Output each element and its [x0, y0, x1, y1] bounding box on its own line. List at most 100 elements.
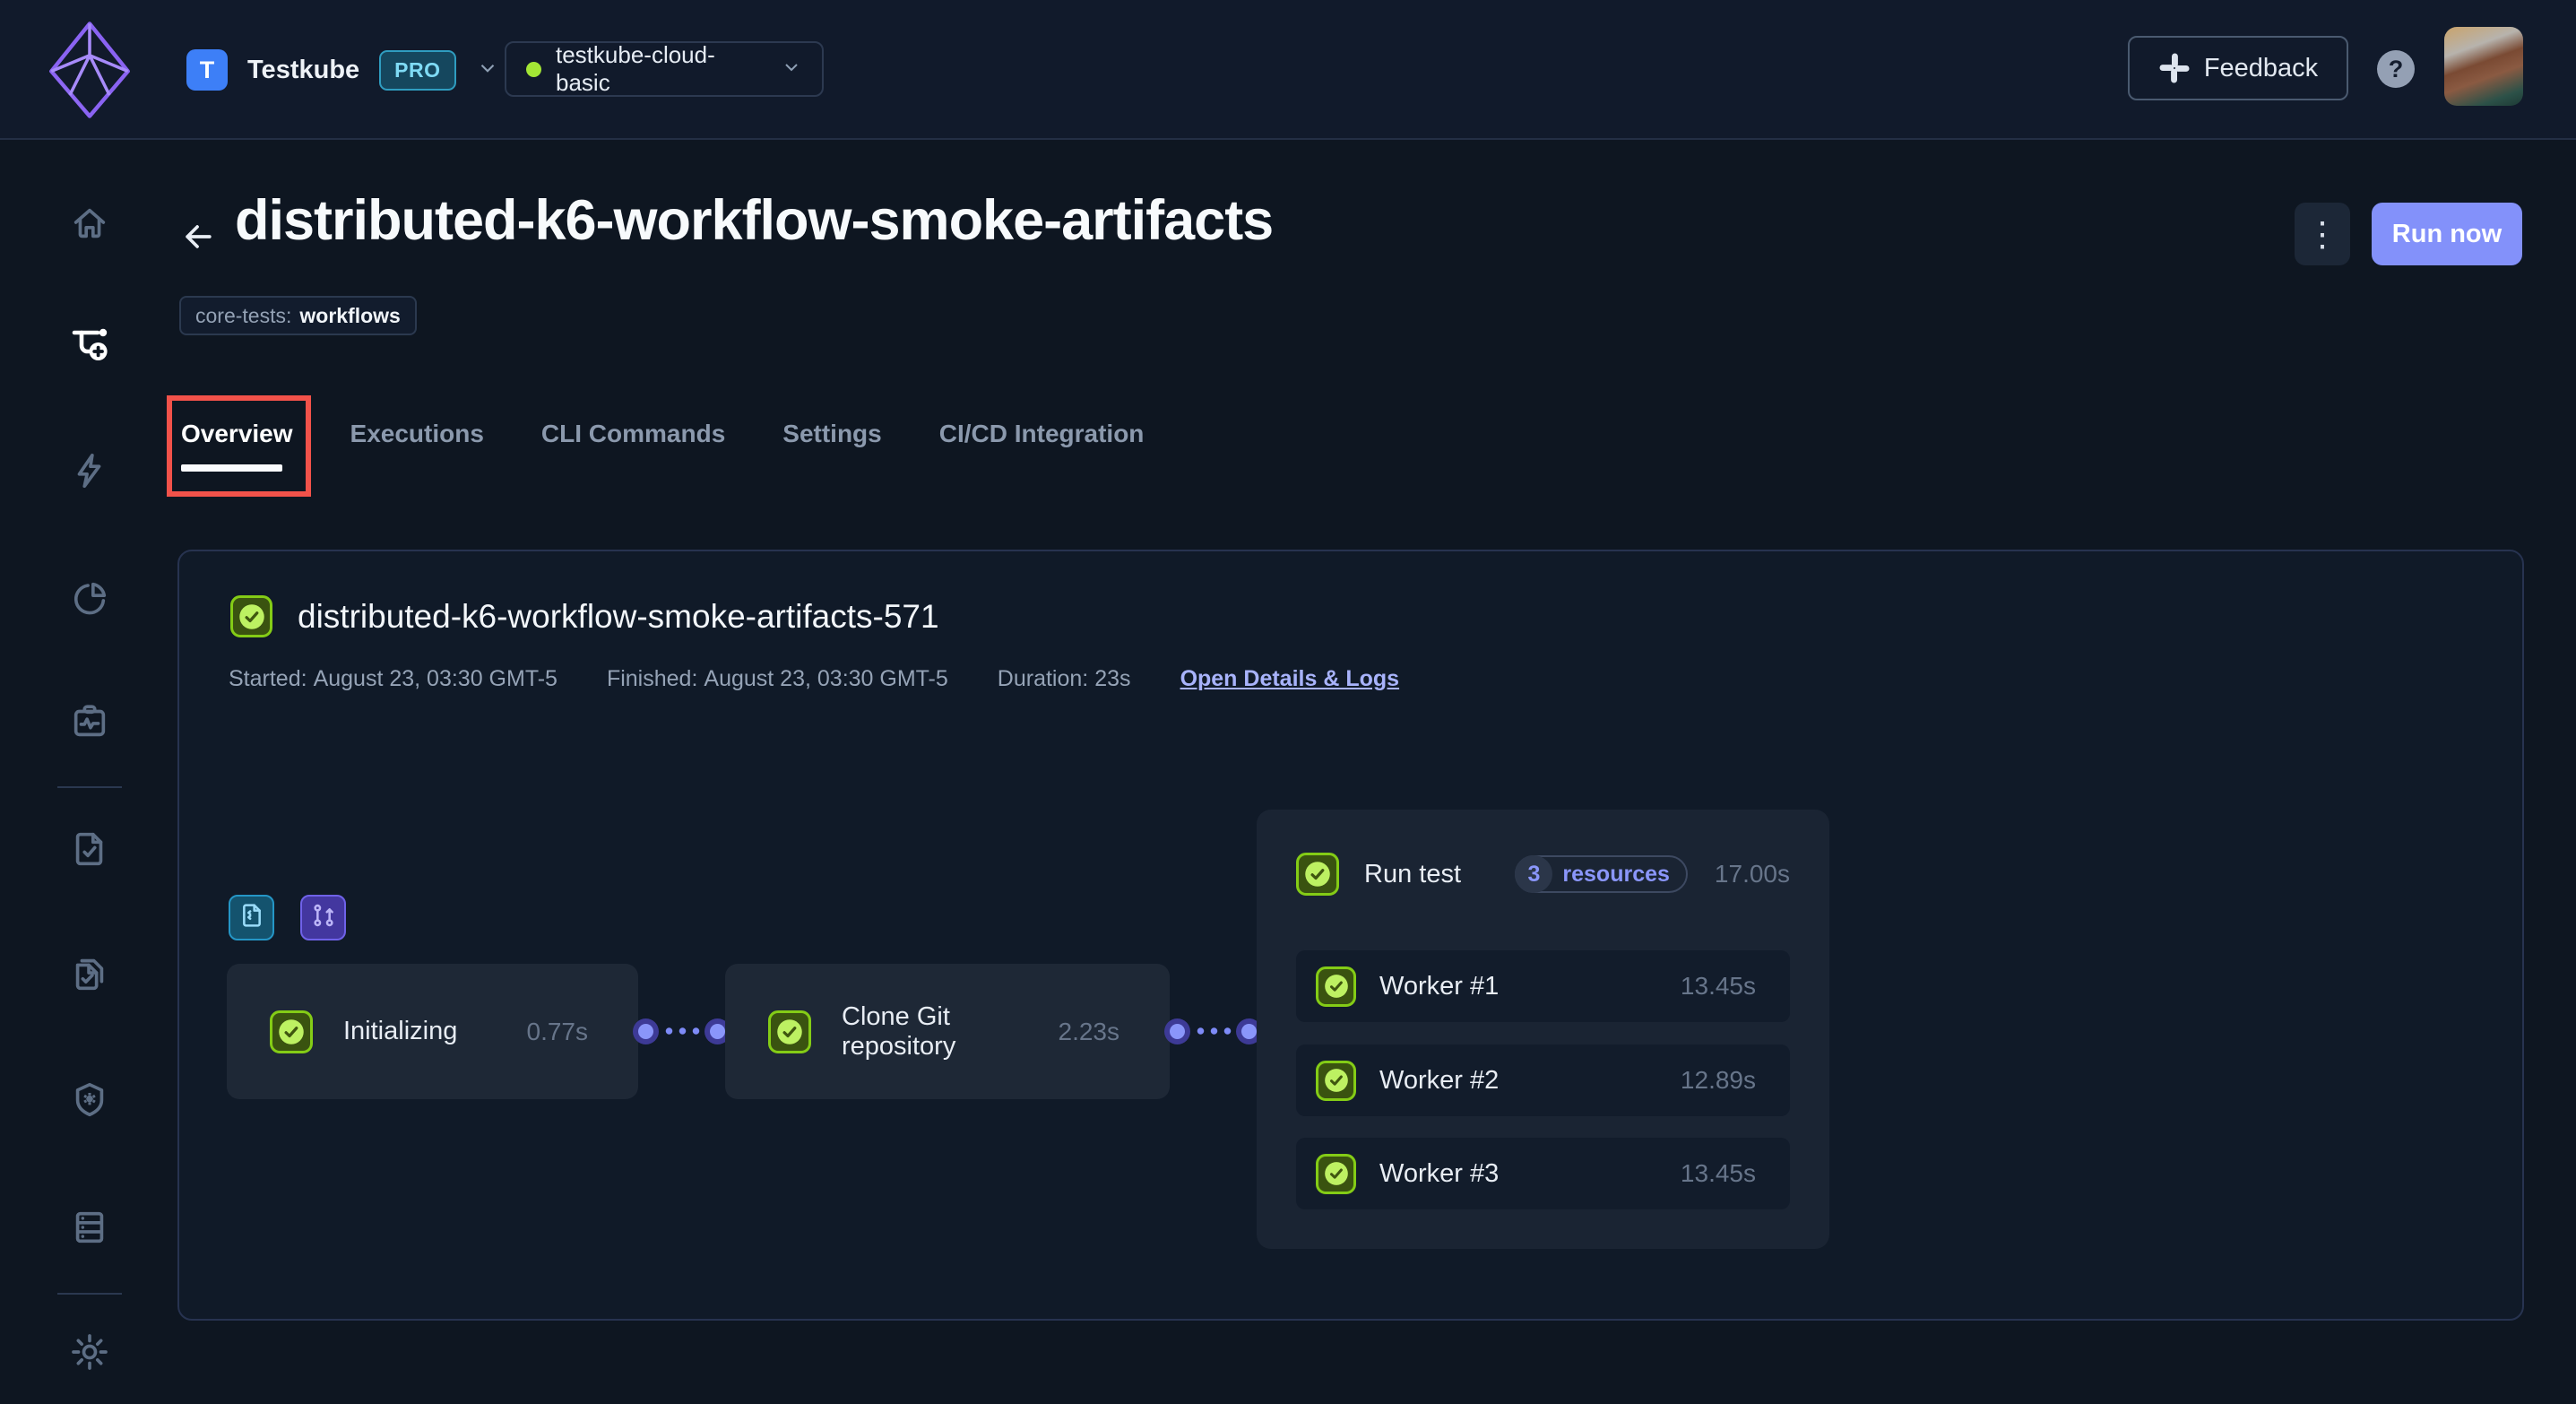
- tab-cli-commands[interactable]: CLI Commands: [541, 420, 725, 491]
- chevron-down-icon: [781, 56, 802, 82]
- tab-executions[interactable]: Executions: [350, 420, 484, 491]
- help-button[interactable]: ?: [2377, 50, 2415, 88]
- open-details-logs-link[interactable]: Open Details & Logs: [1180, 666, 1399, 692]
- slack-icon: [2158, 52, 2191, 84]
- back-button[interactable]: [177, 218, 219, 259]
- flow-toolbar: [229, 895, 346, 940]
- tag-key: core-tests:: [195, 304, 291, 328]
- tab-bar: Overview Executions CLI Commands Setting…: [181, 420, 1144, 491]
- testkube-logo[interactable]: [47, 20, 133, 120]
- more-actions-button[interactable]: ⋮: [2295, 203, 2350, 265]
- connector-endpoint: [638, 1024, 653, 1039]
- sidebar-item-executors[interactable]: [68, 1080, 111, 1123]
- worker-duration: 12.89s: [1681, 1066, 1756, 1095]
- step-group-run-test: Run test 3 resources 17.00s Worker #1 13…: [1257, 810, 1829, 1249]
- step-duration: 2.23s: [1059, 1018, 1120, 1046]
- worker-label: Worker #1: [1379, 972, 1657, 1001]
- test-file-check-icon: [69, 828, 110, 874]
- connector-endpoint: [1241, 1024, 1257, 1039]
- step-duration: 17.00s: [1715, 860, 1790, 888]
- git-compare-button[interactable]: [300, 895, 346, 940]
- duration: Duration:23s: [998, 666, 1137, 692]
- workflow-label-tag: core-tests: workflows: [179, 296, 417, 335]
- sidebar-divider: [57, 1293, 122, 1295]
- status-passed-icon: [768, 1010, 811, 1053]
- server-icon: [69, 1207, 110, 1252]
- worker-row-3[interactable]: Worker #3 13.45s: [1296, 1138, 1790, 1209]
- pie-chart-icon: [69, 578, 110, 624]
- sidebar-item-sources[interactable]: [68, 1208, 111, 1251]
- resources-label: resources: [1562, 862, 1670, 888]
- connector-endpoint: [710, 1024, 725, 1039]
- run-now-button[interactable]: Run now: [2372, 203, 2522, 265]
- shield-gear-icon: [69, 1079, 110, 1125]
- step-duration: 0.77s: [527, 1018, 589, 1046]
- status-passed-icon: [1316, 966, 1356, 1007]
- flow-connector: [1170, 1018, 1257, 1044]
- connector-dotted-line: [662, 1026, 701, 1036]
- group-header[interactable]: Run test 3 resources 17.00s: [1296, 853, 1790, 896]
- tab-overview[interactable]: Overview: [181, 420, 293, 491]
- status-passed-icon: [1316, 1154, 1356, 1194]
- flow-connector: [638, 1018, 725, 1044]
- resources-badge[interactable]: 3 resources: [1515, 855, 1688, 893]
- worker-duration: 13.45s: [1681, 1159, 1756, 1188]
- sidebar-item-tests[interactable]: [68, 829, 111, 872]
- step-node-initializing[interactable]: Initializing 0.77s: [227, 964, 638, 1099]
- triggers-lightning-icon: [69, 450, 110, 496]
- top-bar: T Testkube PRO testkube-cloud-basic: [0, 0, 2576, 140]
- sidebar-item-settings[interactable]: [68, 1332, 111, 1375]
- git-compare-icon: [309, 901, 338, 934]
- worker-row-1[interactable]: Worker #1 13.45s: [1296, 950, 1790, 1022]
- worker-row-2[interactable]: Worker #2 12.89s: [1296, 1044, 1790, 1116]
- tab-cicd-integration[interactable]: CI/CD Integration: [939, 420, 1145, 491]
- arrow-left-icon: [178, 217, 218, 261]
- status-passed-icon: [1296, 853, 1339, 896]
- resources-count: 3: [1515, 855, 1552, 893]
- connector-endpoint: [1170, 1024, 1185, 1039]
- status-passed-icon: [1316, 1061, 1356, 1101]
- home-icon: [69, 203, 110, 248]
- step-label: Initializing: [343, 1017, 497, 1046]
- user-avatar[interactable]: [2444, 27, 2523, 106]
- sidebar-item-test-suites[interactable]: [68, 954, 111, 997]
- logs-view-button[interactable]: [229, 895, 274, 940]
- connector-dotted-line: [1194, 1026, 1232, 1036]
- feedback-button[interactable]: Feedback: [2128, 36, 2348, 100]
- overview-panel: distributed-k6-workflow-smoke-artifacts-…: [177, 550, 2524, 1321]
- sidebar-item-triggers[interactable]: [68, 451, 111, 494]
- testkube-logo-icon: [47, 20, 133, 120]
- kebab-menu-icon: ⋮: [2305, 214, 2339, 255]
- app-window: T Testkube PRO testkube-cloud-basic: [0, 0, 2576, 1404]
- step-node-clone-git-repository[interactable]: Clone Git repository 2.23s: [725, 964, 1170, 1099]
- sidebar-item-insights[interactable]: [68, 579, 111, 622]
- started-at: Started:August 23, 03:30 GMT-5: [229, 666, 564, 692]
- sidebar-item-test-workflows[interactable]: [68, 324, 111, 367]
- sidebar-item-home[interactable]: [68, 204, 111, 247]
- step-label: Run test: [1364, 860, 1461, 889]
- worker-label: Worker #3: [1379, 1159, 1657, 1189]
- status-passed-icon: [270, 1010, 313, 1053]
- execution-name: distributed-k6-workflow-smoke-artifacts-…: [298, 598, 939, 636]
- question-mark-icon: ?: [2389, 56, 2404, 83]
- tag-value: workflows: [299, 304, 400, 328]
- org-name: Testkube: [247, 56, 359, 85]
- env-name: testkube-cloud-basic: [556, 41, 766, 97]
- execution-header: distributed-k6-workflow-smoke-artifacts-…: [230, 595, 939, 637]
- execution-meta: Started:August 23, 03:30 GMT-5 Finished:…: [229, 666, 1399, 692]
- status-passed-icon: [230, 595, 272, 637]
- feedback-label: Feedback: [2204, 54, 2318, 83]
- org-avatar: T: [186, 49, 228, 91]
- worker-duration: 13.45s: [1681, 972, 1756, 1001]
- tab-settings[interactable]: Settings: [782, 420, 881, 491]
- page-title: distributed-k6-workflow-smoke-artifacts: [235, 188, 1273, 253]
- sidebar-item-health[interactable]: [68, 702, 111, 745]
- settings-gear-icon: [69, 1331, 110, 1377]
- step-label: Clone Git repository: [842, 1002, 1028, 1062]
- finished-at: Finished:August 23, 03:30 GMT-5: [607, 666, 955, 692]
- sidebar-divider: [57, 786, 122, 788]
- test-suites-files-icon: [69, 953, 110, 999]
- environment-selector[interactable]: testkube-cloud-basic: [505, 41, 824, 97]
- org-switcher[interactable]: T Testkube PRO: [186, 0, 499, 140]
- chevron-down-icon: [476, 56, 499, 84]
